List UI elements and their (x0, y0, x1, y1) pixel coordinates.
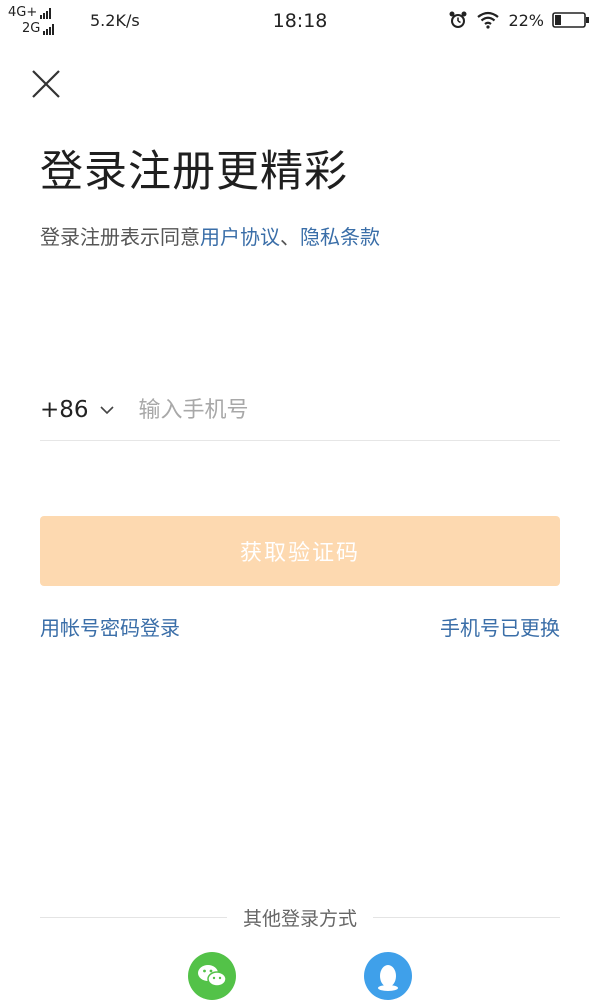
user-agreement-link[interactable]: 用户协议 (200, 225, 280, 249)
other-login-label: 其他登录方式 (243, 907, 358, 930)
phone-changed-link[interactable]: 手机号已更换 (440, 612, 560, 641)
status-bar: 4G+ 2G 5.2K/s 18:18 22% (0, 0, 600, 44)
phone-input-row: +86 (40, 380, 560, 441)
agreement-text: 登录注册表示同意用户协议、隐私条款 (40, 222, 380, 252)
account-password-login-link[interactable]: 用帐号密码登录 (40, 612, 180, 641)
page-title: 登录注册更精彩 (40, 147, 348, 197)
chevron-down-icon (99, 406, 114, 415)
get-verification-code-button[interactable]: 获取验证码 (40, 516, 560, 586)
status-icons: 22% (448, 10, 590, 30)
divider-line-right (373, 916, 561, 918)
agreement-prefix: 登录注册表示同意 (40, 225, 200, 249)
wechat-icon (198, 965, 227, 987)
battery-percent: 22% (508, 10, 544, 30)
agreement-separator: 、 (280, 225, 300, 249)
divider-line-left (40, 916, 227, 918)
wechat-login-button[interactable] (188, 952, 236, 1000)
country-code-selector[interactable]: +86 (40, 397, 115, 423)
country-code: +86 (40, 397, 89, 423)
close-button[interactable] (28, 66, 64, 102)
qq-icon (378, 965, 398, 991)
alarm-icon (449, 11, 467, 28)
battery-icon (552, 12, 589, 28)
wifi-icon (477, 11, 500, 29)
qq-login-button[interactable] (364, 952, 412, 1000)
other-login-divider: 其他登录方式 (40, 902, 561, 932)
privacy-terms-link[interactable]: 隐私条款 (300, 225, 380, 249)
close-icon (32, 70, 60, 98)
phone-number-input[interactable] (138, 397, 519, 423)
